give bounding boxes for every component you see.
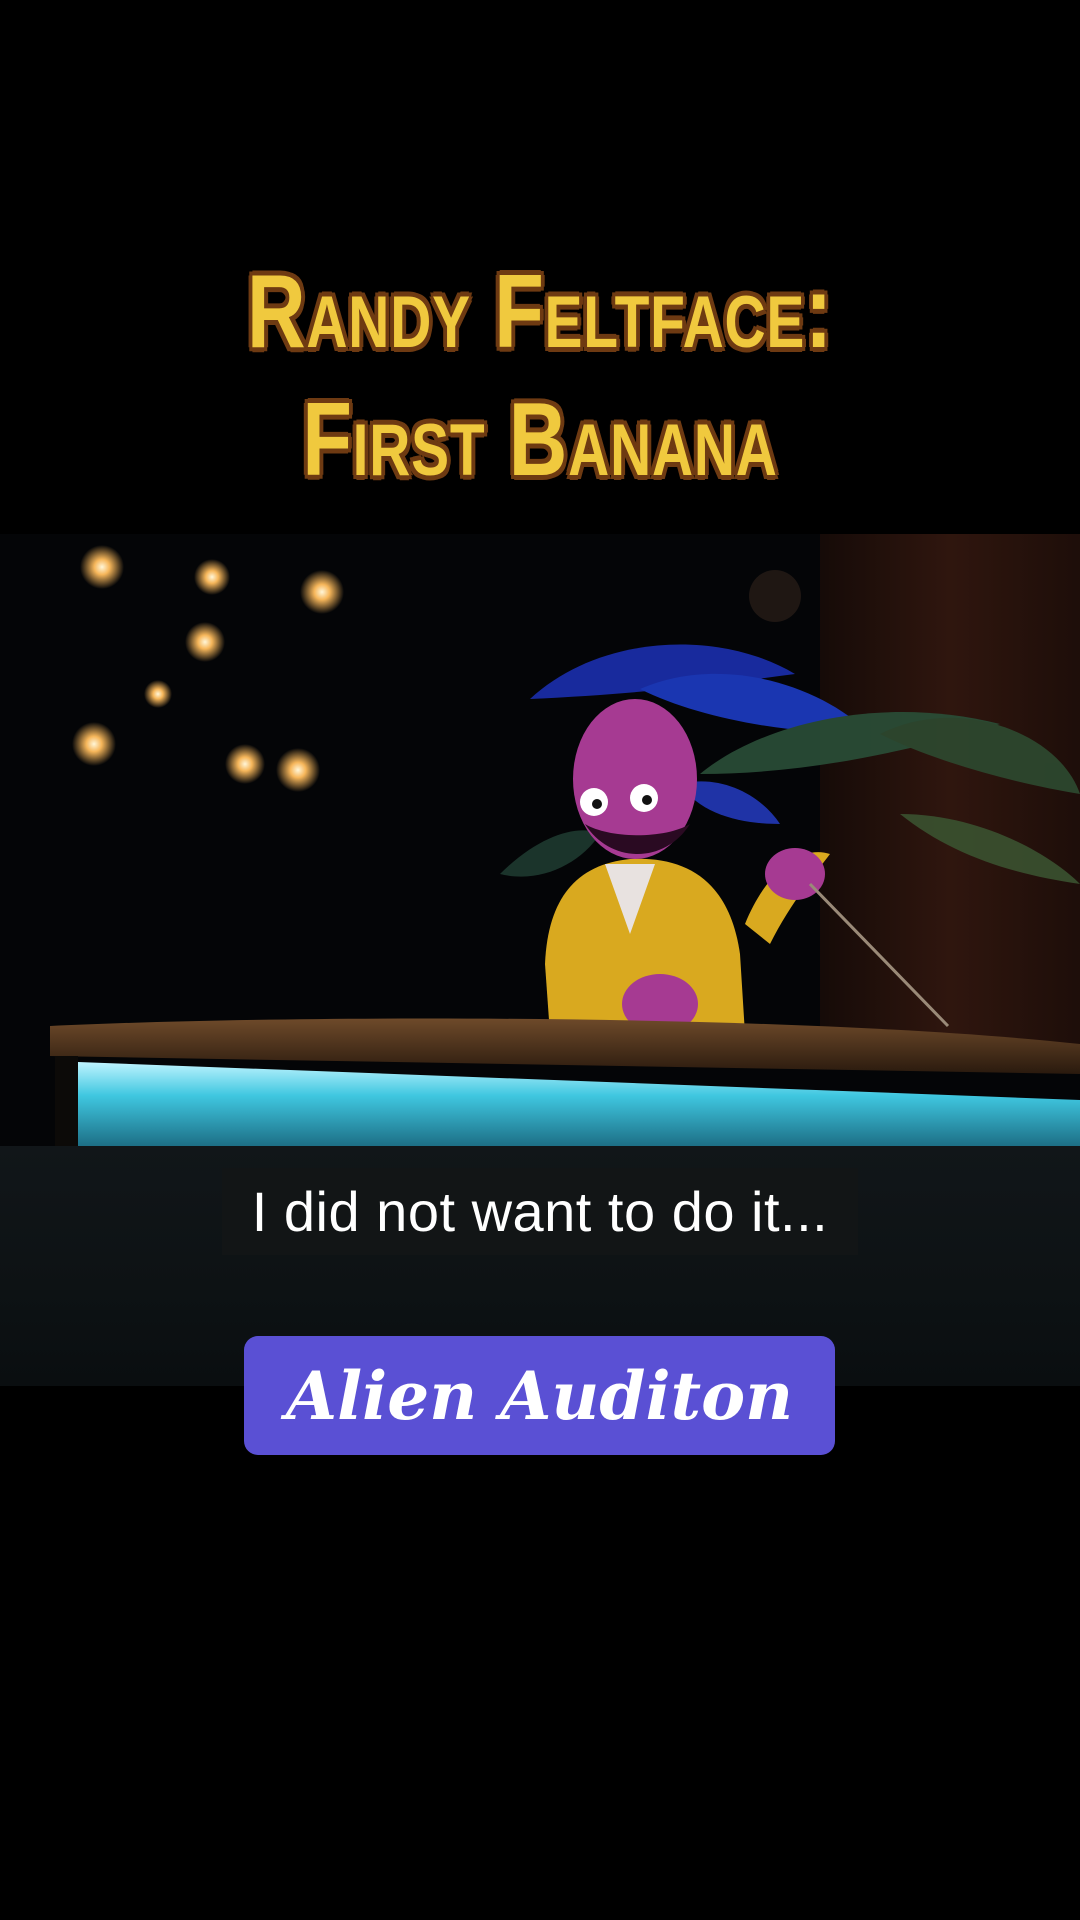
video-still-image bbox=[0, 534, 1080, 1146]
subtitle-text: I did not want to do it... bbox=[251, 1180, 829, 1243]
alien-audition-label: Alien Auditon bbox=[285, 1356, 794, 1435]
subtitle-box: I did not want to do it... bbox=[222, 1168, 858, 1255]
title-line-2: First Banana bbox=[301, 380, 779, 500]
video-player[interactable] bbox=[0, 534, 1080, 1146]
alien-audition-button[interactable]: Alien Auditon bbox=[244, 1336, 835, 1455]
title-line-1: Randy Feltface: bbox=[245, 252, 833, 372]
video-title: Randy Feltface: First Banana bbox=[0, 248, 1080, 504]
